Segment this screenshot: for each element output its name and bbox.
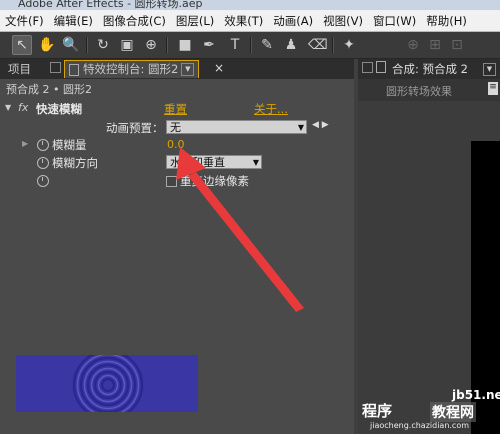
annotation-arrow-shaft [188, 172, 304, 312]
annotation-arrow-overlay [176, 147, 304, 312]
